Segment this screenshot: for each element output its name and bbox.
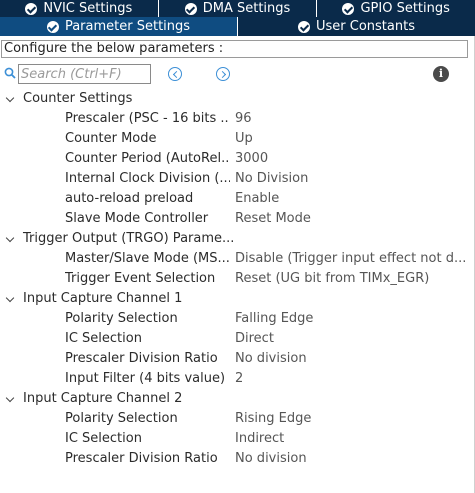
parameter-name: Input Filter (4 bits value) <box>65 371 226 386</box>
parameter-row[interactable]: Prescaler Division Ratio No division <box>0 349 475 369</box>
chevron-down-icon[interactable] <box>5 233 15 243</box>
parameter-value[interactable]: 96 <box>235 109 468 129</box>
info-icon[interactable]: i <box>433 66 449 82</box>
group-header[interactable]: Trigger Output (TRGO) Parame... <box>0 229 475 249</box>
parameter-value[interactable]: Falling Edge <box>235 309 468 329</box>
tab-nvic-settings[interactable]: NVIC Settings <box>0 0 159 17</box>
check-circle-icon <box>342 2 355 15</box>
parameter-row[interactable]: Prescaler Division Ratio No division <box>0 449 475 469</box>
parameter-name: Prescaler Division Ratio <box>65 351 218 366</box>
parameter-row[interactable]: Slave Mode Controller Reset Mode <box>0 209 475 229</box>
parameter-row[interactable]: Input Filter (4 bits value) 2 <box>0 369 475 389</box>
parameter-value[interactable]: Reset (UG bit from TIMx_EGR) <box>235 269 468 289</box>
parameter-name: Prescaler Division Ratio <box>65 451 218 466</box>
check-circle-icon <box>184 2 197 15</box>
config-description: Configure the below parameters : <box>1 40 468 58</box>
parameter-name: IC Selection <box>65 331 142 346</box>
chevron-down-icon[interactable] <box>5 393 15 403</box>
parameter-row[interactable]: Trigger Event Selection Reset (UG bit fro… <box>0 269 475 289</box>
parameter-row[interactable]: auto-reload preload Enable <box>0 189 475 209</box>
parameter-name: Counter Period (AutoRel... <box>65 151 230 166</box>
parameter-value[interactable]: Rising Edge <box>235 409 468 429</box>
parameter-row[interactable]: Internal Clock Division (... No Division <box>0 169 475 189</box>
check-circle-icon <box>46 20 59 33</box>
parameter-name: Polarity Selection <box>65 311 178 326</box>
search-toolbar: i <box>0 63 475 85</box>
tab-label: NVIC Settings <box>43 1 133 16</box>
parameter-value[interactable]: 2 <box>235 369 468 389</box>
parameter-row[interactable]: IC Selection Indirect <box>0 429 475 449</box>
tab-label: GPIO Settings <box>360 1 450 16</box>
parameter-row[interactable]: Polarity Selection Falling Edge <box>0 309 475 329</box>
bottom-tab-bar: Parameter Settings User Constants <box>0 17 475 36</box>
parameter-name: Slave Mode Controller <box>65 211 209 226</box>
parameter-row[interactable]: Polarity Selection Rising Edge <box>0 409 475 429</box>
parameter-value[interactable]: No division <box>235 349 468 369</box>
tab-label: User Constants <box>316 19 415 34</box>
parameter-name: auto-reload preload <box>65 191 194 206</box>
parameter-value[interactable]: 3000 <box>235 149 468 169</box>
top-tab-bar: NVIC Settings DMA Settings GPIO Settings <box>0 0 475 17</box>
previous-match-button[interactable] <box>168 67 182 81</box>
search-input[interactable] <box>18 64 151 84</box>
tab-label: Parameter Settings <box>64 19 191 34</box>
parameter-value[interactable]: Disable (Trigger input effect not d... <box>235 249 468 269</box>
parameter-value[interactable]: Reset Mode <box>235 209 468 229</box>
parameter-name: Polarity Selection <box>65 411 178 426</box>
group-label: Counter Settings <box>23 91 133 106</box>
parameter-row[interactable]: Counter Mode Up <box>0 129 475 149</box>
tab-user-constants[interactable]: User Constants <box>238 17 475 36</box>
group-header[interactable]: Counter Settings <box>0 89 475 109</box>
parameter-tree: Counter Settings Prescaler (PSC - 16 bits… <box>0 89 475 469</box>
parameter-value[interactable]: No division <box>235 449 468 469</box>
tab-gpio-settings[interactable]: GPIO Settings <box>317 0 475 17</box>
parameter-name: Prescaler (PSC - 16 bits ... <box>65 111 230 126</box>
parameter-name: Trigger Event Selection <box>65 271 216 286</box>
parameter-row[interactable]: IC Selection Direct <box>0 329 475 349</box>
group-label: Trigger Output (TRGO) Parame... <box>23 231 235 246</box>
parameter-row[interactable]: Master/Slave Mode (MS... Disable (Trigger… <box>0 249 475 269</box>
parameter-value[interactable]: Indirect <box>235 429 468 449</box>
parameter-row[interactable]: Prescaler (PSC - 16 bits ... 96 <box>0 109 475 129</box>
parameter-value[interactable]: Up <box>235 129 468 149</box>
group-header[interactable]: Input Capture Channel 2 <box>0 389 475 409</box>
parameter-value[interactable]: Enable <box>235 189 468 209</box>
group-label: Input Capture Channel 2 <box>23 391 183 406</box>
parameter-name: Master/Slave Mode (MS... <box>65 251 230 266</box>
chevron-down-icon[interactable] <box>5 293 15 303</box>
parameter-name: Internal Clock Division (... <box>65 171 230 186</box>
parameter-name: IC Selection <box>65 431 142 446</box>
tab-label: DMA Settings <box>202 1 291 16</box>
parameter-value[interactable]: No Division <box>235 169 468 189</box>
tab-dma-settings[interactable]: DMA Settings <box>158 0 318 17</box>
check-circle-icon <box>298 20 310 33</box>
next-match-button[interactable] <box>216 67 230 81</box>
parameter-name: Counter Mode <box>65 131 157 146</box>
check-circle-icon <box>25 2 38 15</box>
chevron-down-icon[interactable] <box>5 93 15 103</box>
tab-parameter-settings[interactable]: Parameter Settings <box>0 17 238 36</box>
group-header[interactable]: Input Capture Channel 1 <box>0 289 475 309</box>
search-icon <box>4 67 16 79</box>
parameter-row[interactable]: Counter Period (AutoRel... 3000 <box>0 149 475 169</box>
parameter-value[interactable]: Direct <box>235 329 468 349</box>
group-label: Input Capture Channel 1 <box>23 291 183 306</box>
